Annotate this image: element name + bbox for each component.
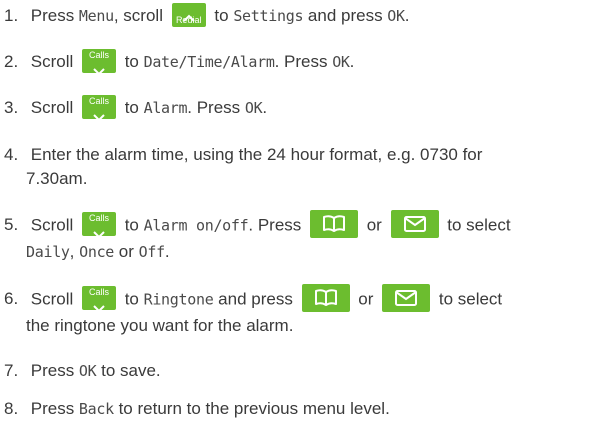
step-text: and press <box>303 6 388 25</box>
step-number: 3. <box>4 98 19 117</box>
step-text: . <box>262 98 268 117</box>
step-number: 7. <box>4 361 19 380</box>
step-number: 5. <box>4 215 19 235</box>
messages-key <box>390 210 439 238</box>
step-text: to return to the previous menu level. <box>113 399 390 418</box>
step-text: to select <box>434 289 503 309</box>
step-text: Press <box>30 6 79 25</box>
step-5: 5. Scroll Calls to Alarm on/off. Press o… <box>0 210 597 240</box>
display-text-back: Back <box>78 400 114 418</box>
display-text-ringtone: Ringtone <box>143 290 214 309</box>
step-text: . <box>404 6 410 25</box>
step-text: or <box>362 215 387 235</box>
step-text: to <box>119 289 144 309</box>
step-text: or <box>114 242 139 261</box>
step-text: Enter the alarm time, using the 24 hour … <box>30 145 483 164</box>
phonebook-key <box>301 284 350 312</box>
display-text-date-time-alarm: Date/Time/Alarm <box>143 53 275 71</box>
step-number: 6. <box>4 289 19 309</box>
step-2: 2. Scroll Calls to Date/Time/Alarm. Pres… <box>0 48 597 75</box>
step-text: Scroll <box>30 52 78 71</box>
display-text-ok: OK <box>78 362 97 380</box>
calls-key: Calls <box>81 94 116 121</box>
step-text: and press <box>213 289 298 309</box>
display-text-daily: Daily <box>26 243 70 261</box>
step-5-continuation: Daily, Once or Off. <box>26 240 170 264</box>
step-8: 8. Press Back to return to the previous … <box>0 397 597 421</box>
step-7: 7. Press OK to save. <box>0 359 597 383</box>
step-number: 2. <box>4 52 19 71</box>
step-text: . <box>349 52 355 71</box>
step-text: to <box>119 52 144 71</box>
step-text: . Press <box>187 98 245 117</box>
step-text: to <box>119 215 144 235</box>
step-text: to <box>209 6 234 25</box>
step-6: 6. Scroll Calls to Ringtone and press or… <box>0 284 597 314</box>
calls-key: Calls <box>81 286 116 313</box>
step-1: 1. Press Menu, scroll Redial to Settings… <box>0 2 597 29</box>
step-number: 1. <box>4 6 19 25</box>
step-text: to select <box>442 215 511 235</box>
display-text-ok: OK <box>387 7 405 25</box>
messages-key <box>382 284 431 312</box>
calls-key: Calls <box>81 212 116 239</box>
step-text: , <box>69 242 80 261</box>
display-text-alarm: Alarm <box>143 99 188 117</box>
step-3: 3. Scroll Calls to Alarm. Press OK. <box>0 94 597 121</box>
step-text: . Press <box>248 215 306 235</box>
step-number: 8. <box>4 399 19 418</box>
step-text: Scroll <box>30 289 78 309</box>
step-text: Press <box>30 361 79 380</box>
step-4-continuation: 7.30am. <box>26 169 88 188</box>
step-text: . Press <box>274 52 333 71</box>
display-text-once: Once <box>79 243 115 261</box>
display-text-settings: Settings <box>233 7 304 25</box>
step-6-continuation: the ringtone you want for the alarm. <box>26 316 294 335</box>
display-text-off: Off <box>138 243 166 261</box>
step-text: Press <box>30 399 79 418</box>
chevron-down-icon <box>82 105 116 129</box>
display-text-alarm-on-off: Alarm on/off <box>143 216 249 235</box>
step-text: to save. <box>96 361 161 380</box>
step-text: . <box>164 242 170 261</box>
display-text-menu: Menu <box>78 7 114 25</box>
phonebook-key <box>310 210 358 238</box>
display-text-ok: OK <box>332 53 350 71</box>
display-text-ok: OK <box>244 99 263 117</box>
step-text: Scroll <box>30 215 78 235</box>
step-text: Scroll <box>30 98 78 117</box>
step-number: 4. <box>4 145 19 164</box>
step-text: , scroll <box>113 6 168 25</box>
chevron-down-icon <box>82 59 116 83</box>
redial-key-label: Redial <box>175 14 202 25</box>
step-text: to <box>119 98 144 117</box>
step-4: 4. Enter the alarm time, using the 24 ho… <box>0 143 597 167</box>
redial-key: Redial <box>171 2 206 27</box>
step-text: or <box>353 289 379 309</box>
calls-key: Calls <box>81 48 116 75</box>
